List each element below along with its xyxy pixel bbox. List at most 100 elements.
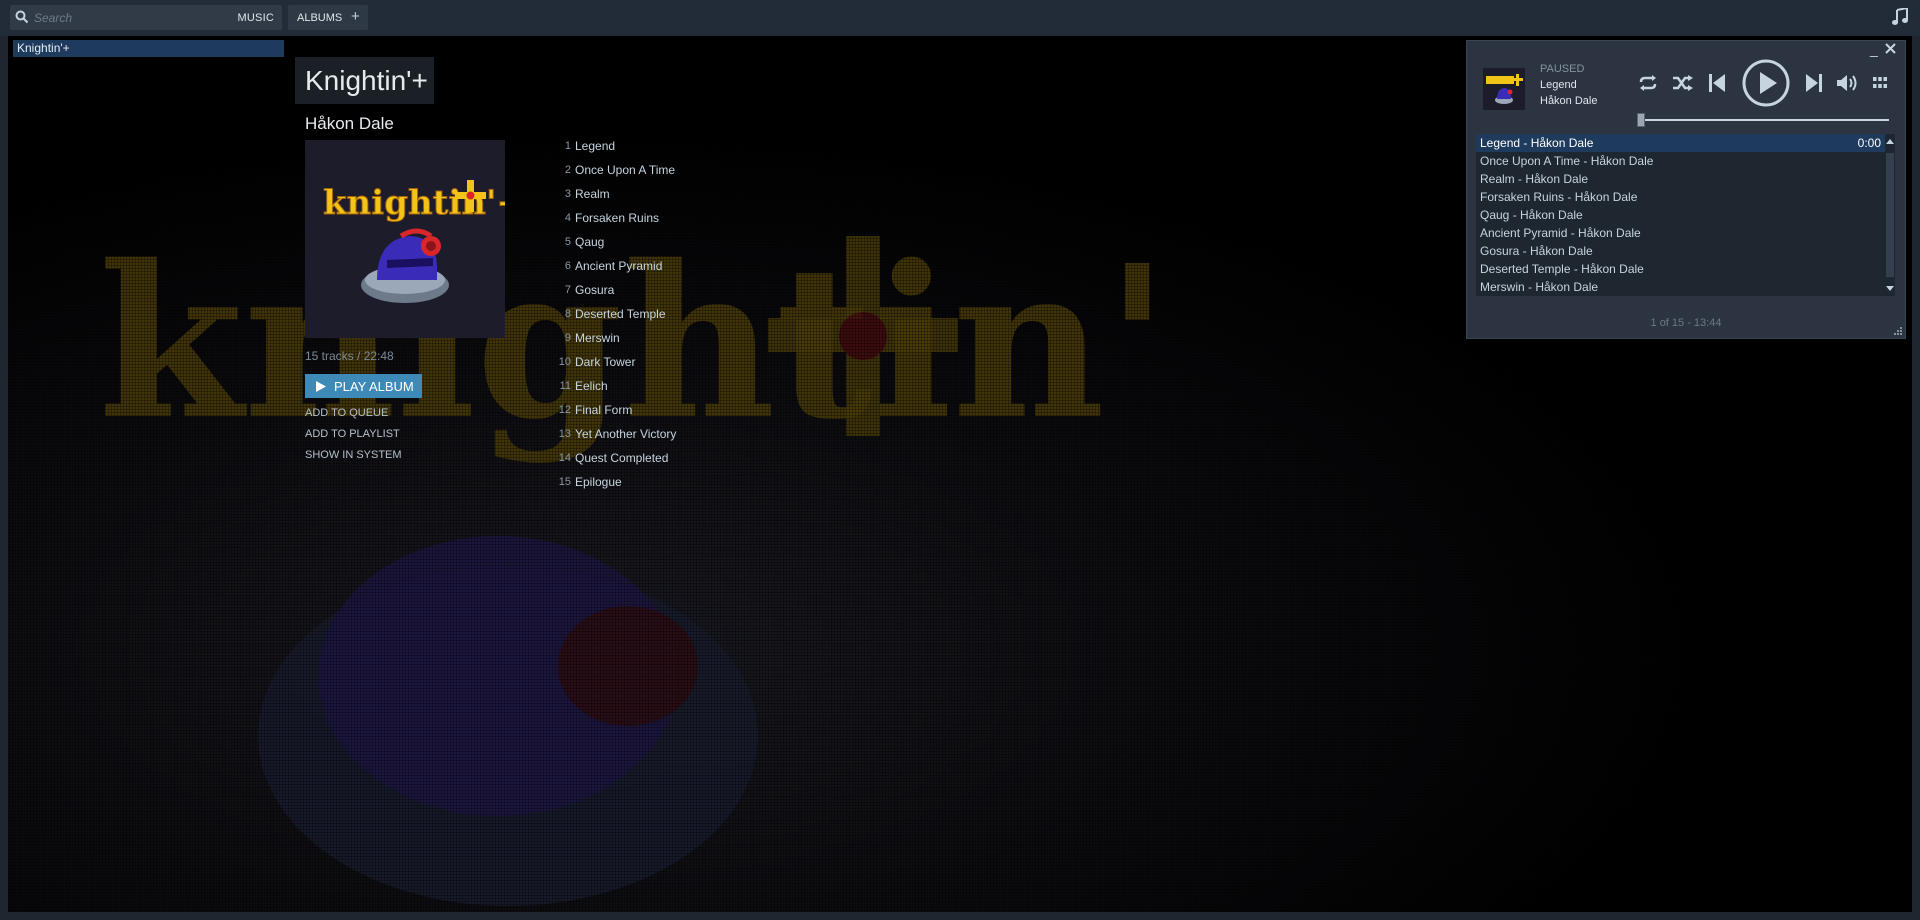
track-number: 14 [558,452,571,464]
track-number: 1 [564,140,571,152]
track-title: Deserted Temple [575,307,666,321]
track-row[interactable]: 8 Deserted Temple [548,306,848,324]
queue-item-label: Deserted Temple - Håkon Dale [1480,262,1644,276]
add-to-playlist-link[interactable]: ADD TO PLAYLIST [305,428,400,440]
seek-bar[interactable] [1637,119,1889,121]
track-title: Once Upon A Time [575,163,676,177]
album-list: Knightin'+ [13,40,284,57]
playback-status: PAUSED [1540,63,1585,75]
album-title: Knightin'+ [305,65,428,96]
queue-item-label: Once Upon A Time - Håkon Dale [1480,154,1654,168]
queue-item[interactable]: Deserted Temple - Håkon Dale [1476,260,1885,278]
queue-item[interactable]: Legend - Håkon Dale 0:00 [1476,134,1885,152]
track-number: 10 [558,356,571,368]
track-number: 5 [564,236,571,248]
close-icon[interactable] [1885,43,1896,54]
track-number: 8 [564,308,571,320]
grid-icon[interactable] [1873,77,1887,88]
scroll-up-icon[interactable] [1886,138,1894,144]
mini-player-album-art [1483,68,1525,110]
queue-item-label: Realm - Håkon Dale [1480,172,1589,186]
track-row[interactable]: 12 Final Form [548,402,848,420]
tab-albums[interactable]: ALBUMS + [288,5,368,30]
track-title: Ancient Pyramid [575,259,663,273]
track-title: Realm [575,187,610,201]
play-icon [316,381,326,392]
queue-item[interactable]: Ancient Pyramid - Håkon Dale [1476,224,1885,242]
play-queue: Legend - Håkon Dale 0:00 Once Upon A Time … [1476,134,1895,296]
next-icon[interactable] [1806,74,1822,92]
track-row[interactable]: 6 Ancient Pyramid [548,258,848,276]
track-number: 2 [564,164,571,176]
album-artist[interactable]: Håkon Dale [305,114,394,134]
mini-player: _ PAUSED Legend Håkon Dale Legend - Håko… [1466,40,1906,339]
track-row[interactable]: 2 Once Upon A Time [548,162,848,180]
search-box[interactable]: MUSIC [10,5,282,30]
add-to-queue-link[interactable]: ADD TO QUEUE [305,407,388,419]
queue-scroll-thumb[interactable] [1886,153,1894,277]
track-row[interactable]: 10 Dark Tower [548,354,848,372]
search-input[interactable] [34,8,214,27]
track-number: 12 [558,404,571,416]
track-row[interactable]: 1 Legend [548,138,848,156]
track-row[interactable]: 5 Qaug [548,234,848,252]
queue-item[interactable]: Gosura - Håkon Dale [1476,242,1885,260]
track-row[interactable]: 9 Merswin [548,330,848,348]
now-playing-artist: Håkon Dale [1540,95,1598,107]
tab-albums-label: ALBUMS [297,12,343,24]
scroll-down-icon[interactable] [1886,286,1894,292]
resize-grip-icon[interactable] [1894,327,1903,336]
track-number: 7 [564,284,571,296]
track-title: Legend [575,139,616,153]
track-row[interactable]: 11 Eelich [548,378,848,396]
queue-item[interactable]: Once Upon A Time - Håkon Dale [1476,152,1885,170]
queue-item-label: Gosura - Håkon Dale [1480,244,1593,258]
track-title: Merswin [575,331,620,345]
track-title: Qaug [575,235,605,249]
music-filter-button[interactable]: MUSIC [238,12,274,24]
shuffle-icon[interactable] [1673,75,1693,91]
previous-icon[interactable] [1709,74,1725,92]
play-album-button[interactable]: PLAY ALBUM [305,374,422,398]
queue-item-label: Merswin - Håkon Dale [1480,280,1599,294]
track-number: 6 [564,260,571,272]
track-number: 13 [558,428,571,440]
queue-item-label: Legend - Håkon Dale [1480,136,1594,150]
queue-item-label: Forsaken Ruins - Håkon Dale [1480,190,1638,204]
track-title: Forsaken Ruins [575,211,660,225]
track-row[interactable]: 7 Gosura [548,282,848,300]
queue-item[interactable]: Forsaken Ruins - Håkon Dale [1476,188,1885,206]
album-list-item[interactable]: Knightin'+ [13,40,284,57]
track-row[interactable]: 3 Realm [548,186,848,204]
track-number: 9 [564,332,571,344]
track-number: 15 [558,476,571,488]
track-title: Quest Completed [575,451,669,465]
seek-handle[interactable] [1637,113,1645,127]
track-row[interactable]: 13 Yet Another Victory [548,426,848,444]
track-row[interactable]: 15 Epilogue [548,474,848,492]
search-icon [15,10,29,24]
queue-item[interactable]: Merswin - Håkon Dale [1476,278,1885,296]
queue-item-time: 0:00 [1857,136,1881,150]
track-title: Gosura [575,283,615,297]
track-row[interactable]: 14 Quest Completed [548,450,848,468]
queue-scrollbar[interactable] [1885,134,1895,296]
top-bar: MUSIC ALBUMS + [0,0,1920,36]
queue-item[interactable]: Qaug - Håkon Dale [1476,206,1885,224]
show-in-system-link[interactable]: SHOW IN SYSTEM [305,449,402,461]
track-number: 11 [559,380,571,392]
volume-icon[interactable] [1837,74,1857,92]
queue-footer: 1 of 15 - 13:44 [1650,317,1722,329]
track-number: 4 [564,212,571,224]
queue-item[interactable]: Realm - Håkon Dale [1476,170,1885,188]
queue-item-label: Ancient Pyramid - Håkon Dale [1480,226,1641,240]
track-number: 3 [564,188,571,200]
play-pause-button[interactable] [1742,59,1790,107]
track-title: Dark Tower [575,355,636,369]
music-note-icon[interactable] [1892,8,1908,26]
add-tab-button[interactable]: + [351,8,360,25]
album-cover: knightin'+ [305,140,505,338]
track-row[interactable]: 4 Forsaken Ruins [548,210,848,228]
repeat-icon[interactable] [1638,75,1658,91]
minimize-button[interactable]: _ [1870,41,1878,57]
